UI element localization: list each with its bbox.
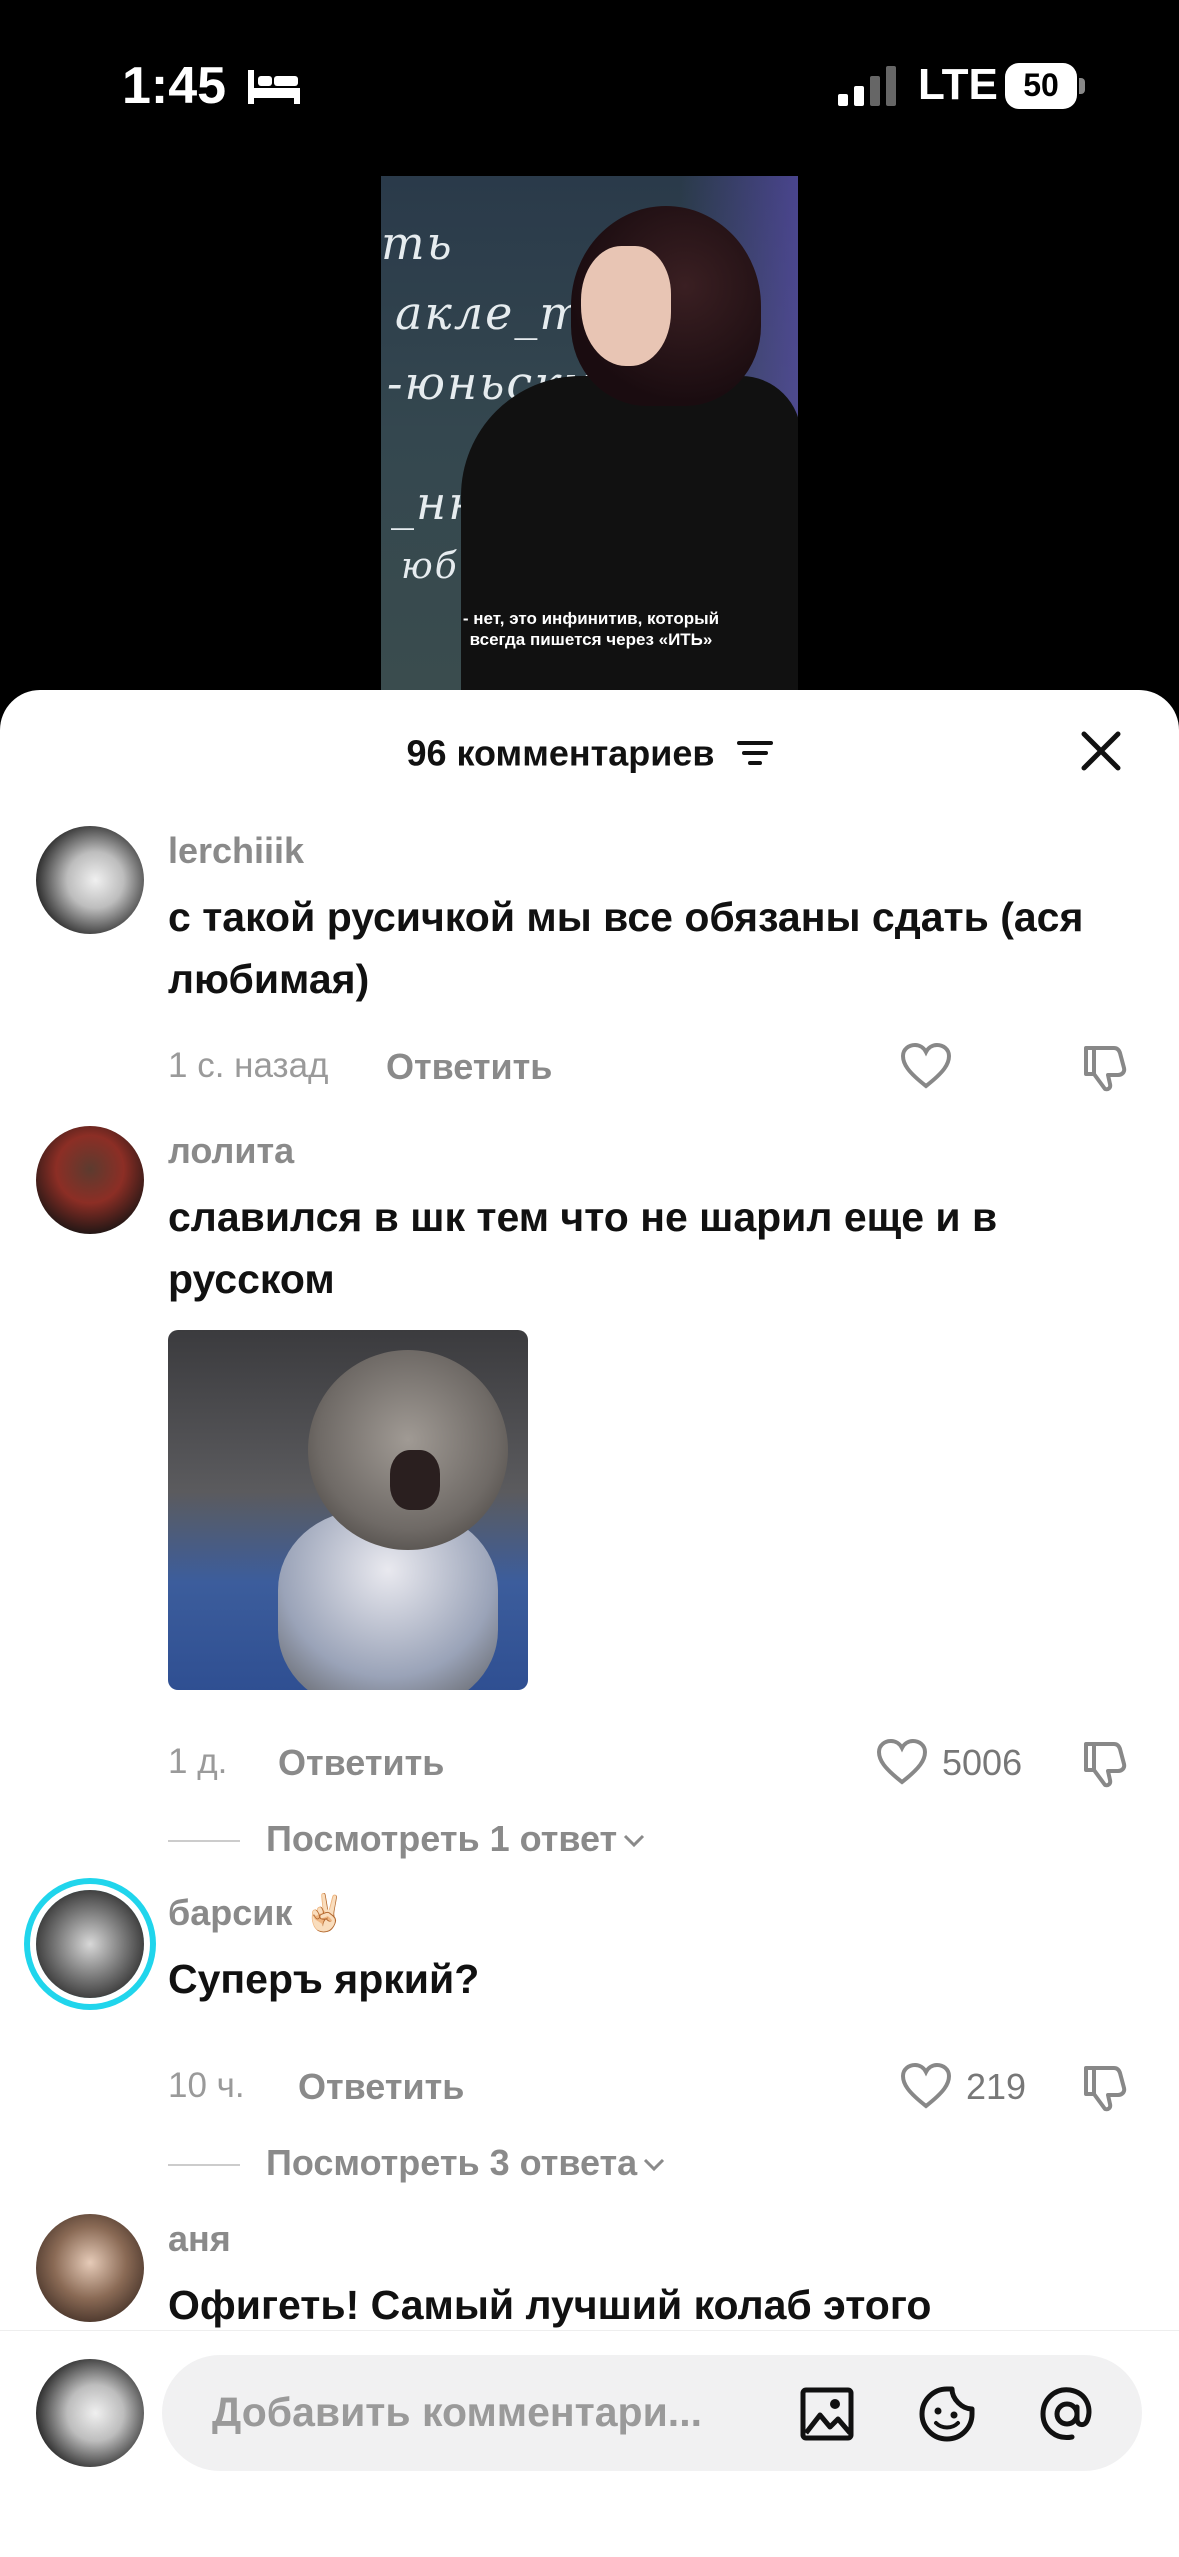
comment-text: с такой русичкой мы все обязаны сдать (а… (168, 894, 1084, 1002)
emoji-sticker-icon[interactable] (918, 2385, 976, 2443)
view-replies-button[interactable]: Посмотреть 3 ответа (168, 2142, 665, 2184)
comment-text: Офигеть! Самый лучший колаб этого (168, 2282, 932, 2328)
comment-username[interactable]: лолита (168, 1130, 294, 1172)
video-caption: - нет, это инфинитив, который всегда пиш… (462, 609, 720, 649)
comment-input-placeholder: Добавить комментари... (212, 2389, 702, 2435)
sleep-focus-icon (248, 70, 300, 104)
comment-username[interactable]: lerchiiik (168, 830, 304, 872)
comment-gif-image[interactable] (168, 1330, 528, 1690)
mention-icon[interactable] (1038, 2385, 1096, 2443)
image-icon[interactable] (798, 2385, 856, 2443)
board-line: акле_т (395, 286, 586, 340)
comment-input[interactable]: Добавить комментари... (162, 2355, 1142, 2471)
reply-button[interactable]: Ответить (298, 2066, 464, 2108)
comment-composer: Добавить комментари... (0, 2330, 1179, 2557)
comment-text: славился в шк тем что не шарил еще и в р… (168, 1194, 998, 1302)
reply-button[interactable]: Ответить (386, 1046, 552, 1088)
sort-filter-icon[interactable] (736, 739, 773, 767)
like-heart-icon[interactable] (900, 1042, 952, 1090)
avatar[interactable] (36, 2214, 144, 2322)
chevron-down-icon (644, 2159, 665, 2172)
battery-level: 50 (1023, 67, 1059, 103)
status-bar: 1:45 LTE 50 (0, 0, 1179, 170)
comment-time: 1 д. (168, 1742, 228, 1781)
dislike-icon[interactable] (1080, 1042, 1130, 1092)
user-avatar (36, 2359, 144, 2467)
network-type: LTE (918, 60, 998, 109)
chevron-down-icon (624, 1835, 645, 1848)
like-heart-icon[interactable] (900, 2062, 952, 2110)
comment-username[interactable]: аня (168, 2218, 231, 2260)
reply-button[interactable]: Ответить (278, 1742, 444, 1784)
board-line: ть (381, 216, 454, 270)
avatar[interactable] (36, 826, 144, 934)
dislike-icon[interactable] (1080, 2062, 1130, 2112)
dislike-icon[interactable] (1080, 1738, 1130, 1788)
like-count: 219 (966, 2066, 1027, 2107)
avatar[interactable] (36, 1126, 144, 1234)
comment-username[interactable]: барсик ✌🏻 (168, 1892, 347, 1934)
comments-count: 96 комментариев (406, 732, 715, 774)
status-time: 1:45 (122, 57, 227, 115)
close-icon[interactable] (1078, 728, 1124, 774)
comment-text: Суперъ яркий? (168, 1956, 480, 2002)
comment-time: 10 ч. (168, 2066, 245, 2105)
battery-icon: 50 (1005, 63, 1085, 109)
comments-header: 96 комментариев (0, 730, 1179, 774)
like-heart-icon[interactable] (876, 1738, 928, 1786)
comments-sheet: 96 комментариев lerchiiik с такой русичк… (0, 690, 1179, 2556)
like-count: 5006 (942, 1742, 1023, 1783)
avatar-story-ring[interactable] (36, 1890, 144, 1998)
view-replies-button[interactable]: Посмотреть 1 ответ (168, 1818, 645, 1860)
signal-icon (838, 66, 896, 106)
video-preview[interactable]: ть акле_т -юньский _нные юбки) - нет, эт… (381, 176, 798, 690)
comment-time: 1 с. назад (168, 1046, 329, 1085)
